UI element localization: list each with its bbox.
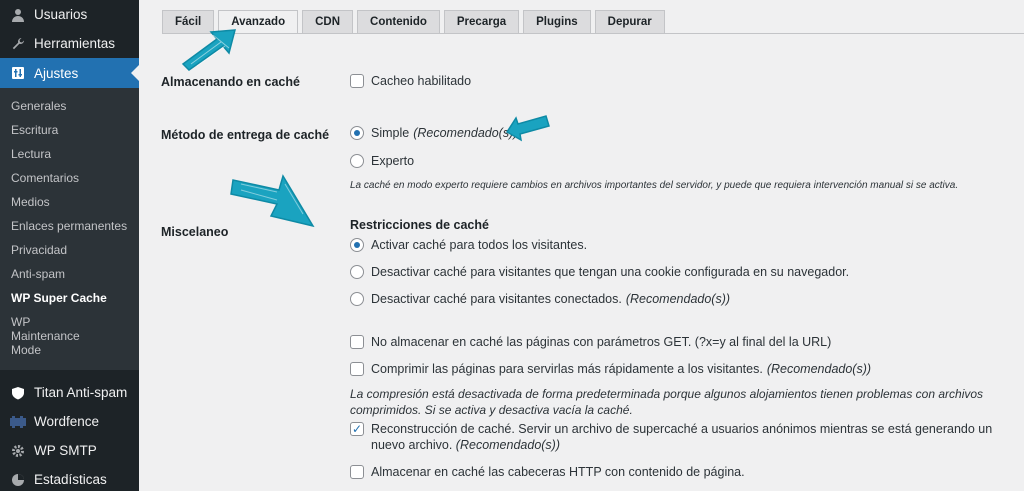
recommended-note: (Recomendado(s))	[413, 126, 518, 140]
submenu-wp-maintenance-mode[interactable]: WP Maintenance Mode	[0, 310, 110, 362]
pie-chart-icon	[8, 471, 28, 489]
admin-sidebar: Usuarios Herramientas Ajustes Generales …	[0, 0, 139, 491]
submenu-escritura[interactable]: Escritura	[0, 118, 139, 142]
option-label: Simple	[371, 126, 410, 140]
annotation-arrow-icon	[181, 29, 236, 71]
delivery-expert-radio[interactable]	[350, 154, 364, 168]
option-label: Experto	[371, 154, 415, 168]
wordfence-icon	[8, 413, 28, 431]
tab-plugins[interactable]: Plugins	[523, 10, 591, 33]
main-content: Fácil Avanzado CDN Contenido Precarga Pl…	[139, 0, 1024, 491]
tab-depurar[interactable]: Depurar	[594, 10, 665, 33]
restrict-logged-radio[interactable]	[350, 292, 364, 306]
menu-label: Wordfence	[34, 414, 100, 429]
caching-enabled-checkbox[interactable]	[350, 74, 364, 88]
caching-enabled-option[interactable]: Cacheo habilitado	[350, 74, 471, 88]
misc-label: Miscelaneo	[161, 225, 229, 239]
recommended-note: (Recomendado(s))	[766, 362, 872, 376]
option-label: Desactivar caché para visitantes conecta…	[371, 292, 622, 306]
restrict-all-option[interactable]: Activar caché para todos los visitantes.	[350, 238, 587, 252]
submenu-wp-super-cache[interactable]: WP Super Cache	[0, 286, 139, 310]
tab-precarga[interactable]: Precarga	[443, 10, 520, 33]
option-label: Comprimir las páginas para servirlas más…	[371, 362, 763, 376]
settings-icon	[8, 64, 28, 82]
submenu-comentarios[interactable]: Comentarios	[0, 166, 139, 190]
gear-icon	[8, 442, 28, 460]
http-headers-option[interactable]: Almacenar en caché las cabeceras HTTP co…	[350, 465, 745, 479]
menu-usuarios[interactable]: Usuarios	[0, 0, 139, 29]
option-label: Reconstrucción de caché. Servir un archi…	[371, 422, 993, 452]
submenu-anti-spam[interactable]: Anti-spam	[0, 262, 139, 286]
caching-label: Almacenando en caché	[161, 75, 300, 89]
menu-label: WP SMTP	[34, 443, 97, 458]
http-headers-checkbox[interactable]	[350, 465, 364, 479]
restrict-cookie-radio[interactable]	[350, 265, 364, 279]
delivery-simple-radio[interactable]	[350, 126, 364, 140]
delivery-method-label: Método de entrega de caché	[161, 128, 330, 142]
submenu-lectura[interactable]: Lectura	[0, 142, 139, 166]
submenu-generales[interactable]: Generales	[0, 94, 139, 118]
ajustes-submenu: Generales Escritura Lectura Comentarios …	[0, 88, 139, 370]
user-icon	[8, 6, 28, 24]
submenu-privacidad[interactable]: Privacidad	[0, 238, 139, 262]
menu-label: Ajustes	[34, 65, 79, 81]
tab-divider	[162, 33, 1024, 34]
compress-option[interactable]: Comprimir las páginas para servirlas más…	[350, 362, 871, 376]
annotation-arrow-icon	[230, 174, 315, 228]
menu-wp-smtp[interactable]: WP SMTP	[0, 436, 139, 465]
menu-wordfence[interactable]: Wordfence	[0, 407, 139, 436]
cache-rebuild-checkbox[interactable]	[350, 422, 364, 436]
menu-herramientas[interactable]: Herramientas	[0, 29, 139, 58]
option-label: No almacenar en caché las páginas con pa…	[371, 335, 832, 349]
option-label: Cacheo habilitado	[371, 74, 472, 88]
option-label: Almacenar en caché las cabeceras HTTP co…	[371, 465, 745, 479]
cache-rebuild-option[interactable]: Reconstrucción de caché. Servir un archi…	[350, 421, 1010, 453]
menu-label: Titan Anti-spam	[34, 385, 128, 400]
annotation-arrow-icon	[505, 115, 550, 142]
wrench-icon	[8, 35, 28, 53]
tab-contenido[interactable]: Contenido	[357, 10, 440, 33]
compress-checkbox[interactable]	[350, 362, 364, 376]
delivery-expert-option[interactable]: Experto	[350, 154, 414, 168]
menu-label: Estadísticas	[34, 472, 107, 487]
no-get-cache-option[interactable]: No almacenar en caché las páginas con pa…	[350, 335, 831, 349]
shield-icon	[8, 384, 28, 402]
option-label: Activar caché para todos los visitantes.	[371, 238, 588, 252]
delivery-help-text: La caché en modo experto requiere cambio…	[350, 180, 959, 191]
compress-help-text: La compresión está desactivada de forma …	[350, 387, 984, 417]
restrictions-title: Restricciones de caché	[350, 218, 489, 232]
delivery-simple-option[interactable]: Simple (Recomendado(s))	[350, 126, 517, 140]
restrict-cookie-option[interactable]: Desactivar caché para visitantes que ten…	[350, 265, 849, 279]
menu-ajustes[interactable]: Ajustes	[0, 58, 139, 88]
recommended-note: (Recomendado(s))	[625, 292, 731, 306]
menu-label: Usuarios	[34, 7, 88, 22]
recommended-note: (Recomendado(s))	[455, 438, 561, 452]
submenu-enlaces-permanentes[interactable]: Enlaces permanentes	[0, 214, 139, 238]
restrict-logged-option[interactable]: Desactivar caché para visitantes conecta…	[350, 292, 730, 306]
tab-cdn[interactable]: CDN	[302, 10, 354, 33]
no-get-cache-checkbox[interactable]	[350, 335, 364, 349]
menu-titan-anti-spam[interactable]: Titan Anti-spam	[0, 378, 139, 407]
option-label: Desactivar caché para visitantes que ten…	[371, 265, 850, 279]
menu-label: Herramientas	[34, 36, 116, 51]
menu-estadisticas[interactable]: Estadísticas	[0, 465, 139, 491]
restrict-all-radio[interactable]	[350, 238, 364, 252]
submenu-medios[interactable]: Medios	[0, 190, 139, 214]
